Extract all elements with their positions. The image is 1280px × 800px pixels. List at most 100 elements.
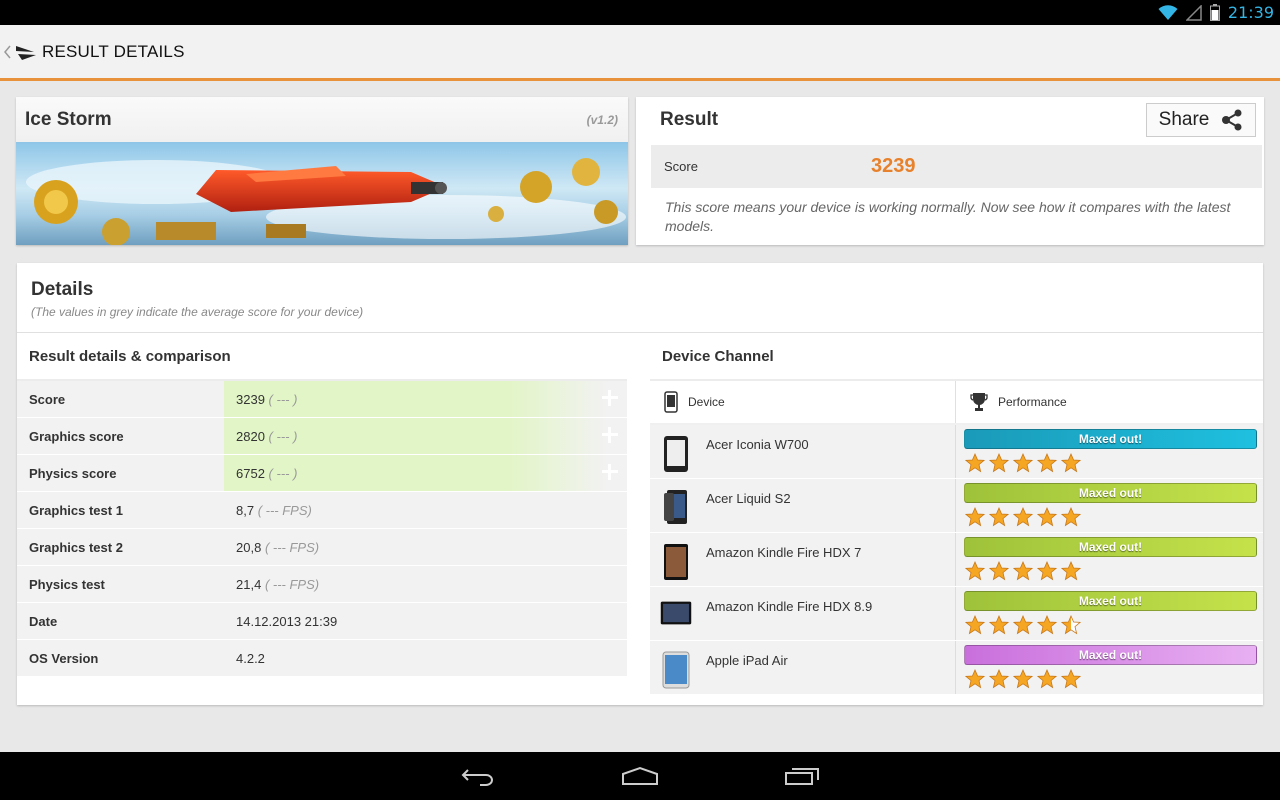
expand-plus-icon[interactable]	[601, 463, 619, 481]
score-value: 3239	[871, 155, 916, 177]
tablet-device-icon	[662, 651, 690, 689]
star-icon	[1037, 453, 1057, 473]
tablet-device-icon	[664, 544, 688, 580]
wifi-icon	[1158, 4, 1178, 20]
star-icon	[989, 561, 1009, 581]
result-detail-row[interactable]: Physics score 6752 ( --- )	[17, 455, 627, 492]
performance-cell: Maxed out!	[956, 425, 1263, 478]
result-detail-label: OS Version	[29, 650, 99, 666]
result-detail-value: 3239	[236, 391, 265, 407]
result-detail-value-cell: 2820 ( --- )	[224, 418, 627, 454]
device-name: Acer Iconia W700	[706, 437, 809, 452]
page-title: RESULT DETAILS	[42, 41, 185, 61]
share-icon	[1222, 109, 1242, 130]
score-note: This score means your device is working …	[665, 199, 1231, 234]
share-button[interactable]: Share	[1146, 102, 1256, 137]
status-bar: 21:39	[0, 0, 1280, 25]
details-subtitle: (The values in grey indicate the average…	[31, 305, 364, 319]
battery-icon	[1209, 4, 1220, 21]
star-icon	[965, 453, 985, 473]
score-row: Score 3239	[651, 145, 1262, 188]
performance-bar: Maxed out!	[964, 429, 1257, 449]
back-button[interactable]	[452, 761, 504, 791]
score-label: Score	[664, 159, 698, 174]
result-detail-row: Graphics test 1 8,7 ( --- FPS)	[17, 492, 627, 529]
result-detail-label: Graphics test 1	[29, 502, 123, 518]
device-row[interactable]: Acer Liquid S2 Maxed out!	[650, 479, 1263, 533]
star-icon	[965, 561, 985, 581]
result-detail-value-cell: 20,8 ( --- FPS)	[224, 540, 319, 555]
share-label: Share	[1158, 108, 1210, 130]
result-detail-value: 21,4	[236, 576, 262, 592]
star-icon	[1061, 615, 1081, 635]
result-detail-value: 2820	[236, 428, 265, 444]
action-bar: RESULT DETAILS	[0, 25, 1280, 81]
result-detail-label: Date	[29, 613, 58, 629]
star-icon	[1061, 453, 1081, 473]
test-version: (v1.2)	[586, 112, 618, 127]
device-row[interactable]: Amazon Kindle Fire HDX 7 Maxed out!	[650, 533, 1263, 587]
phone-icon	[664, 391, 678, 413]
device-cell[interactable]: Apple iPad Air	[650, 641, 956, 694]
result-detail-average: ( --- FPS)	[257, 502, 312, 518]
device-row[interactable]: Apple iPad Air Maxed out!	[650, 641, 1263, 695]
result-detail-value: 14.12.2013 21:39	[236, 613, 338, 629]
result-detail-value: 4.2.2	[236, 650, 265, 666]
result-detail-row[interactable]: Graphics score 2820 ( --- )	[17, 418, 627, 455]
star-icon	[989, 669, 1009, 689]
device-channel-title: Device Channel	[650, 334, 1263, 381]
performance-bar: Maxed out!	[964, 537, 1257, 557]
result-details-title: Result details & comparison	[17, 334, 627, 381]
device-row[interactable]: Acer Iconia W700 Maxed out!	[650, 425, 1263, 479]
device-cell[interactable]: Amazon Kindle Fire HDX 8.9	[650, 587, 956, 640]
result-detail-value: 8,7	[236, 502, 255, 518]
device-column-header: Device	[688, 395, 725, 409]
device-thumbnail	[660, 597, 692, 629]
star-rating	[964, 453, 1257, 473]
performance-cell: Maxed out!	[956, 641, 1263, 694]
device-channel-section: Device Channel Device Performance Acer I	[650, 334, 1263, 695]
star-icon	[1013, 453, 1033, 473]
details-title: Details	[31, 279, 94, 300]
device-thumbnail	[660, 651, 692, 689]
expand-plus-icon[interactable]	[601, 389, 619, 407]
result-title: Result	[660, 108, 719, 130]
details-panel: Details (The values in grey indicate the…	[17, 263, 1263, 705]
device-row[interactable]: Amazon Kindle Fire HDX 8.9 Maxed out!	[650, 587, 1263, 641]
result-panel: Result Share Score 3239 This score means…	[636, 97, 1264, 245]
star-icon	[1037, 561, 1057, 581]
device-cell[interactable]: Amazon Kindle Fire HDX 7	[650, 533, 956, 586]
device-name: Acer Liquid S2	[706, 491, 791, 506]
device-name: Amazon Kindle Fire HDX 8.9	[706, 599, 873, 614]
star-icon	[1013, 561, 1033, 581]
result-detail-row: Date 14.12.2013 21:39	[17, 603, 627, 640]
expand-plus-icon[interactable]	[601, 426, 619, 444]
result-details-section: Result details & comparison Score 3239 ( …	[17, 334, 627, 677]
result-detail-row[interactable]: Score 3239 ( --- )	[17, 381, 627, 418]
tablet-device-icon	[664, 436, 688, 472]
up-button[interactable]	[4, 42, 38, 62]
star-icon	[1037, 507, 1057, 527]
home-icon	[622, 766, 658, 785]
test-name: Ice Storm	[25, 108, 112, 130]
signal-icon	[1185, 4, 1202, 21]
star-icon	[1061, 669, 1081, 689]
result-detail-value-cell: 14.12.2013 21:39	[224, 614, 341, 629]
device-name: Amazon Kindle Fire HDX 7	[706, 545, 862, 560]
result-detail-value-cell: 8,7 ( --- FPS)	[224, 503, 312, 518]
home-button[interactable]	[614, 761, 666, 791]
device-cell[interactable]: Acer Iconia W700	[650, 425, 956, 478]
star-icon	[965, 615, 985, 635]
performance-bar: Maxed out!	[964, 591, 1257, 611]
star-rating	[964, 561, 1257, 581]
performance-cell: Maxed out!	[956, 479, 1263, 532]
star-icon	[965, 507, 985, 527]
device-cell[interactable]: Acer Liquid S2	[650, 479, 956, 532]
tablet-landscape-device-icon	[660, 601, 692, 625]
recent-apps-button[interactable]	[776, 761, 828, 791]
device-thumbnail	[660, 543, 692, 581]
trophy-icon	[970, 393, 988, 411]
performance-bar: Maxed out!	[964, 483, 1257, 503]
star-rating	[964, 669, 1257, 689]
result-detail-average: ( --- )	[268, 465, 298, 481]
